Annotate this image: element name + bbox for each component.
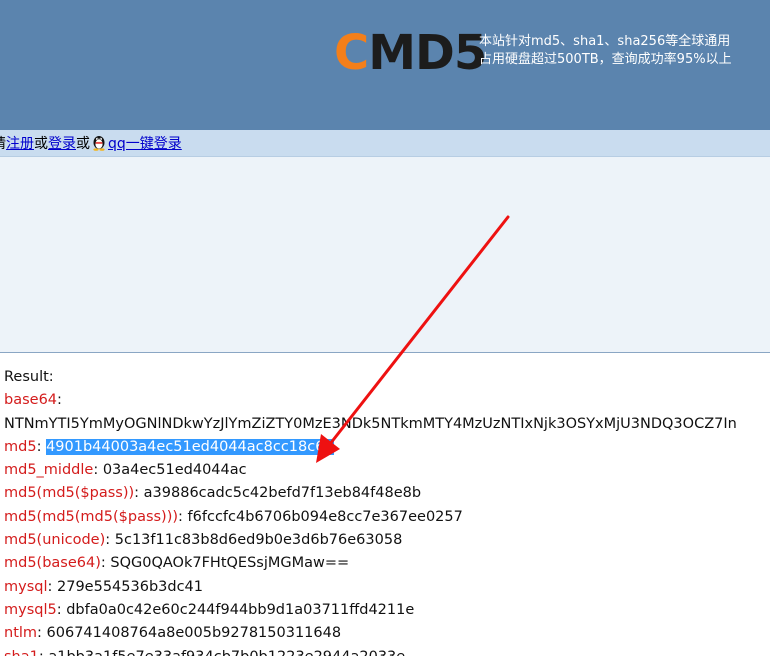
result-key: base64 xyxy=(4,392,58,409)
result-value[interactable]: 03a4ec51ed4044ac xyxy=(103,462,247,478)
result-row: md5(md5($pass)): a39886cadc5c42befd7f13e… xyxy=(4,482,770,505)
result-separator: : xyxy=(134,485,144,502)
result-value[interactable]: dbfa0a0c42e60c244f944bb9d1a03711ffd4211e xyxy=(66,602,414,618)
result-key: sha1 xyxy=(4,649,39,656)
site-header: CMD5 本站针对md5、sha1、sha256等全球通用 占用硬盘超过500T… xyxy=(0,0,770,130)
result-row: md5(unicode): 5c13f11c83b8d6ed9b0e3d6b76… xyxy=(4,529,770,552)
result-value[interactable]: SQG0QAOk7FHtQESsjMGMaw== xyxy=(110,555,349,571)
login-link[interactable]: 登录 xyxy=(48,136,76,152)
result-value[interactable]: 606741408764a8e005b9278150311648 xyxy=(47,625,342,641)
result-separator: : xyxy=(47,578,57,595)
result-colon: : xyxy=(57,392,62,409)
or-text: 或 xyxy=(34,136,48,152)
result-row: md5(md5(md5($pass))): f6fccfc4b6706b094e… xyxy=(4,506,770,529)
register-link[interactable]: 注册 xyxy=(6,136,34,152)
result-base64-value[interactable]: NTNmYTI5YmMyOGNlNDkwYzJlYmZiZTY0MzE3NDk5… xyxy=(4,413,770,436)
tagline-line-2: 占用硬盘超过500TB，查询成功率95%以上 xyxy=(479,52,732,67)
cmd5-logo[interactable]: CMD5 xyxy=(334,25,487,81)
result-key: md5(md5(md5($pass))) xyxy=(4,508,179,525)
or-text: 或 xyxy=(76,136,90,152)
result-separator: : xyxy=(100,555,111,572)
result-separator: : xyxy=(37,625,47,642)
result-key: md5_middle xyxy=(4,462,94,479)
result-key: md5(unicode) xyxy=(4,532,106,549)
result-separator: : xyxy=(178,508,188,525)
result-value[interactable]: f6fccfc4b6706b094e8cc7e367ee0257 xyxy=(188,509,463,525)
site-tagline: 本站针对md5、sha1、sha256等全球通用 占用硬盘超过500TB，查询成… xyxy=(479,33,732,69)
result-row-md5: md5: 4901b44003a4ec51ed4044ac8cc18c6b xyxy=(4,436,770,459)
tagline-line-1: 本站针对md5、sha1、sha256等全球通用 xyxy=(479,34,731,49)
result-key: md5(md5($pass)) xyxy=(4,485,135,502)
result-row: sha1: a1bb3a1f5e7e33af934cb7b0b1223e2944… xyxy=(4,646,770,656)
result-section: Result: base64: NTNmYTI5YmMyOGNlNDkwYzJl… xyxy=(4,366,770,656)
result-separator: : xyxy=(93,462,103,479)
result-separator: : xyxy=(39,649,49,656)
result-value[interactable]: a1bb3a1f5e7e33af934cb7b0b1223e2944a2033e xyxy=(48,649,405,656)
ad-panel xyxy=(0,157,770,353)
logo-c: C xyxy=(334,25,369,81)
result-row: mysql: 279e554536b3dc41 xyxy=(4,576,770,599)
result-row: mysql5: dbfa0a0c42e60c244f944bb9d1a03711… xyxy=(4,599,770,622)
result-separator: : xyxy=(105,532,115,549)
result-key: ntlm xyxy=(4,625,38,642)
result-value[interactable]: a39886cadc5c42befd7f13eb84f48e8b xyxy=(144,485,421,501)
result-key: md5 xyxy=(4,438,37,455)
result-value[interactable]: 5c13f11c83b8d6ed9b0e3d6b76e63058 xyxy=(115,532,403,548)
result-key: md5(base64) xyxy=(4,555,101,572)
result-key: mysql xyxy=(4,578,48,595)
result-row-base64: base64: xyxy=(4,389,770,412)
result-title: Result: xyxy=(4,369,54,385)
qq-login-link[interactable]: qq一键登录 xyxy=(108,136,182,152)
result-key: mysql5 xyxy=(4,601,57,618)
result-row: md5_middle: 03a4ec51ed4044ac xyxy=(4,459,770,482)
logo-md5: MD5 xyxy=(368,25,487,81)
result-value[interactable]: 279e554536b3dc41 xyxy=(57,579,203,595)
qq-penguin-icon[interactable] xyxy=(91,133,107,151)
result-value-selected[interactable]: 4901b44003a4ec51ed4044ac8cc18c6b xyxy=(46,438,334,455)
result-separator: : xyxy=(36,438,47,455)
result-row: md5(base64): SQG0QAOk7FHtQESsjMGMaw== xyxy=(4,552,770,575)
result-separator: : xyxy=(56,601,67,618)
md5-page: CMD5 本站针对md5、sha1、sha256等全球通用 占用硬盘超过500T… xyxy=(0,0,770,656)
result-row: ntlm: 606741408764a8e005b9278150311648 xyxy=(4,622,770,645)
login-bar: 请注册或登录或qq一键登录 xyxy=(0,130,770,157)
